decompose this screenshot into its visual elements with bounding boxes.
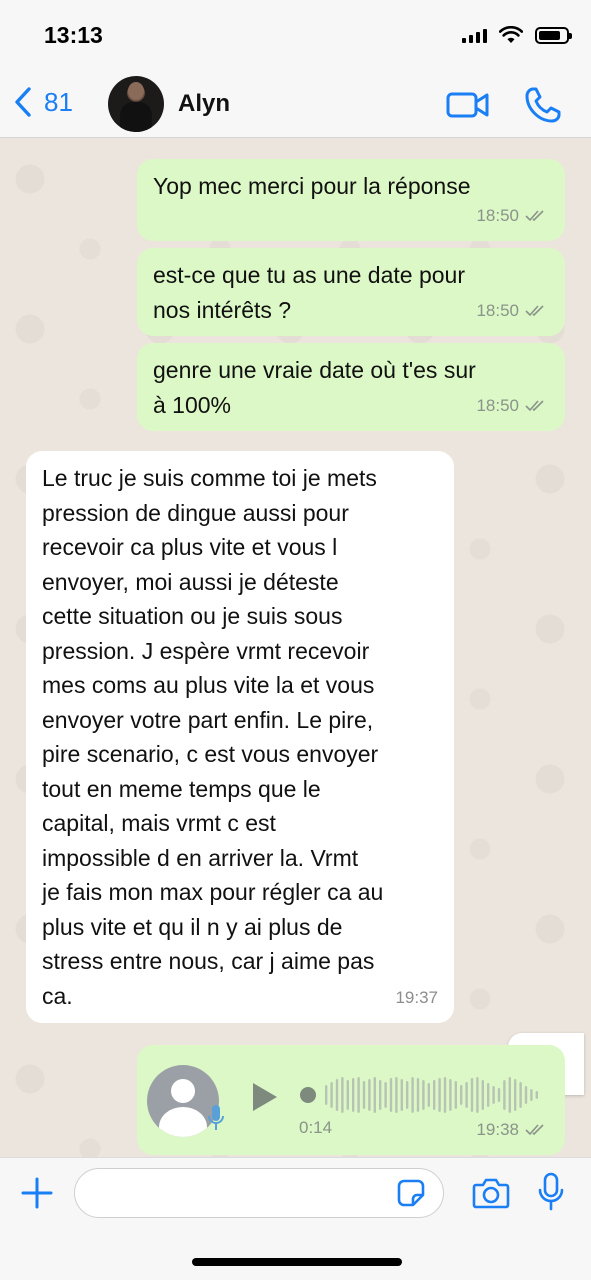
- message-bubble[interactable]: Le truc je suis comme toi je mets pressi…: [26, 451, 454, 1023]
- waveform-bar: [384, 1082, 387, 1108]
- voice-waveform[interactable]: [299, 1073, 539, 1117]
- waveform-bar: [341, 1077, 344, 1113]
- waveform-bar: [406, 1081, 409, 1109]
- message-meta: 18:50: [476, 199, 549, 234]
- status-time: 13:13: [44, 22, 103, 48]
- message-bubble[interactable]: Yop mec merci pour la réponse 18:50: [137, 159, 565, 241]
- waveform-bar: [514, 1079, 517, 1111]
- waveform-bar: [433, 1080, 436, 1110]
- waveform-bar: [530, 1089, 533, 1101]
- message-time: 18:50: [476, 395, 519, 415]
- waveform-bar: [352, 1078, 355, 1112]
- chat-area[interactable]: Yop mec merci pour la réponse 18:50 est-…: [0, 139, 591, 1157]
- waveform-bar: [465, 1082, 468, 1108]
- waveform-bar: [427, 1083, 430, 1107]
- waveform-bar: [508, 1077, 511, 1113]
- waveform-bar: [368, 1079, 371, 1111]
- message-bubble[interactable]: est-ce que tu as une date pour nos intér…: [137, 248, 565, 336]
- waveform-bar: [389, 1078, 393, 1112]
- waveform-bar: [460, 1085, 463, 1105]
- microphone-icon: [208, 1105, 224, 1130]
- battery-icon: [535, 26, 572, 44]
- waveform-bar: [438, 1078, 441, 1112]
- waveform-bar: [330, 1082, 333, 1108]
- waveform-bar: [492, 1086, 495, 1104]
- back-button[interactable]: 81: [12, 86, 73, 118]
- status-icons: [462, 26, 572, 44]
- waveform-bar: [535, 1091, 538, 1099]
- sticker-icon[interactable]: [396, 1178, 426, 1208]
- message-time: 19:38: [476, 1119, 519, 1139]
- waveform-bar: [362, 1081, 366, 1109]
- phone-icon[interactable]: [524, 86, 562, 124]
- waveform-bar: [373, 1077, 376, 1113]
- chevron-left-icon: [15, 87, 31, 117]
- read-ticks-icon: [525, 210, 544, 221]
- waveform-bar: [476, 1077, 479, 1113]
- waveform-bar: [400, 1079, 403, 1111]
- unread-count: 81: [44, 86, 73, 117]
- waveform-bar: [325, 1085, 328, 1105]
- playback-position-dot[interactable]: [300, 1087, 316, 1103]
- waveform-bar: [357, 1077, 360, 1113]
- play-icon[interactable]: [249, 1081, 279, 1113]
- waveform-bar: [443, 1077, 447, 1113]
- waveform-bar: [497, 1088, 501, 1102]
- status-bar: 13:13: [0, 0, 591, 72]
- signal-icon: [462, 27, 487, 43]
- voice-duration: 0:14: [299, 1117, 333, 1137]
- home-indicator: [192, 1258, 402, 1266]
- waveform-bar: [524, 1086, 528, 1104]
- camera-icon[interactable]: [472, 1176, 510, 1210]
- message-meta: 19:37: [395, 981, 438, 1016]
- message-input[interactable]: [74, 1168, 444, 1218]
- chat-header: 81 Alyn: [0, 72, 591, 138]
- waveform-bar: [422, 1080, 425, 1110]
- message-text: Yop mec merci pour la réponse: [153, 173, 471, 199]
- waveform-bar: [335, 1079, 339, 1111]
- wifi-icon: [499, 26, 523, 43]
- message-time: 18:50: [476, 300, 519, 320]
- message-bubble[interactable]: genre une vraie date où t'es sur à 100% …: [137, 343, 565, 431]
- message-meta: 18:50: [476, 389, 549, 424]
- waveform-bar: [470, 1078, 474, 1112]
- read-ticks-icon: [525, 400, 544, 411]
- waveform-bar: [379, 1080, 382, 1110]
- waveform-bar: [503, 1080, 506, 1110]
- waveform-bar: [519, 1082, 522, 1108]
- voice-message-bubble[interactable]: 0:14 19:38: [137, 1045, 565, 1155]
- waveform-bar: [449, 1079, 452, 1111]
- waveform-bar: [487, 1083, 490, 1107]
- waveform-bar: [454, 1081, 457, 1109]
- message-time: 18:50: [476, 205, 519, 225]
- waveform-bar: [416, 1078, 420, 1112]
- waveform-bar: [395, 1077, 398, 1113]
- video-call-icon[interactable]: [446, 88, 490, 122]
- message-meta: 18:50: [476, 294, 549, 329]
- message-text: Le truc je suis comme toi je mets pressi…: [42, 465, 384, 1009]
- read-ticks-icon: [525, 1124, 544, 1135]
- plus-icon[interactable]: [20, 1176, 54, 1210]
- read-ticks-icon: [525, 305, 544, 316]
- contact-avatar[interactable]: [108, 76, 164, 132]
- waveform-bar: [346, 1080, 349, 1110]
- waveform-bar: [411, 1077, 414, 1113]
- waveform-bar: [481, 1080, 484, 1110]
- contact-name[interactable]: Alyn: [178, 90, 230, 118]
- microphone-icon[interactable]: [538, 1172, 564, 1212]
- message-meta: 19:38: [476, 1113, 549, 1148]
- message-time: 19:37: [395, 987, 438, 1007]
